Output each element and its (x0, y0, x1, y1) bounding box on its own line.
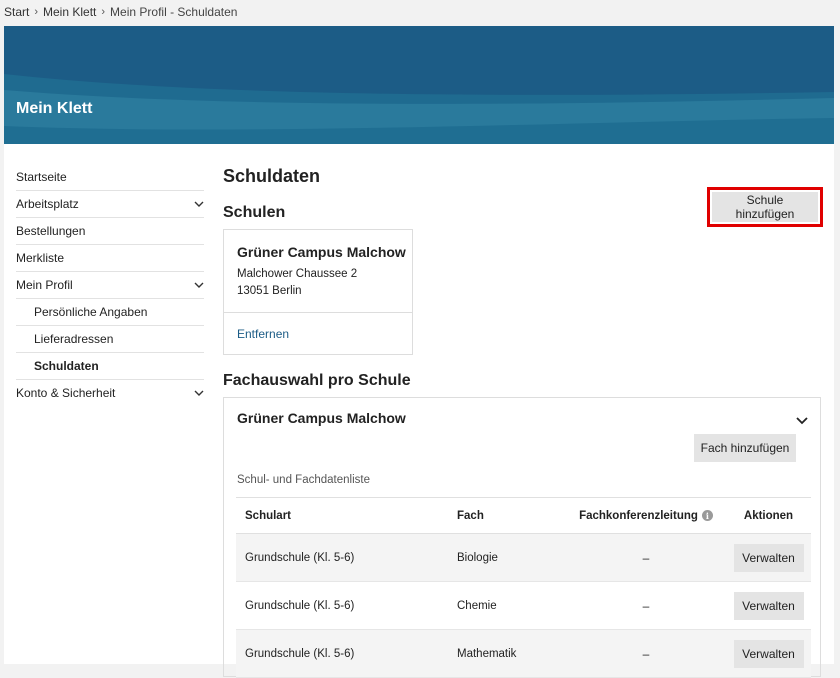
column-header-aktionen: Aktionen (743, 509, 794, 522)
column-header-leitung-label: Fachkonferenzleitung (579, 509, 698, 522)
fach-section-title: Fachauswahl pro Schule (223, 372, 411, 389)
content-area: Startseite Arbeitsplatz Bestellungen Mer… (4, 144, 834, 678)
cell-fach: Chemie (457, 599, 497, 612)
sidebar-item-label: Lieferadressen (34, 332, 114, 346)
breadcrumb-current: Mein Profil - Schuldaten (110, 5, 238, 19)
sidebar-item-schuldaten[interactable]: Schuldaten (16, 353, 204, 380)
sidebar-item-label: Bestellungen (16, 224, 86, 238)
hero-title: Mein Klett (16, 100, 93, 117)
card-divider (224, 312, 412, 313)
sidebar-item-mein-profil[interactable]: Mein Profil (16, 272, 204, 299)
cell-leitung: – (642, 646, 650, 661)
table-header: Schulart Fach Fachkonferenzleitung i Akt… (236, 497, 811, 534)
sidebar-item-startseite[interactable]: Startseite (16, 164, 204, 191)
sidebar-item-label: Schuldaten (34, 359, 99, 373)
sidebar-item-label: Startseite (16, 170, 67, 184)
fach-accordion: Grüner Campus Malchow Fach hinzufügen Sc… (223, 397, 821, 678)
breadcrumb-start[interactable]: Start (4, 5, 29, 19)
chevron-down-icon (194, 199, 204, 209)
cell-schulart: Grundschule (Kl. 5-6) (245, 599, 355, 612)
cell-fach: Biologie (457, 551, 498, 564)
table-row: Grundschule (Kl. 5-6) Biologie – Verwalt… (236, 534, 811, 582)
manage-button[interactable]: Verwalten (733, 543, 804, 572)
sidebar-item-arbeitsplatz[interactable]: Arbeitsplatz (16, 191, 204, 218)
info-icon[interactable]: i (701, 510, 713, 521)
remove-school-link[interactable]: Entfernen (237, 327, 289, 341)
list-label: Schul- und Fachdatenliste (237, 474, 370, 486)
add-fach-button[interactable]: Fach hinzufügen (694, 434, 796, 462)
sidebar-item-label: Persönliche Angaben (34, 305, 148, 319)
sidebar-item-konto-sicherheit[interactable]: Konto & Sicherheit (16, 380, 204, 406)
fach-school-name[interactable]: Grüner Campus Malchow (237, 410, 406, 426)
add-school-button[interactable]: Schule hinzufügen (712, 192, 818, 222)
table-row: Grundschule (Kl. 5-6) Mathematik – Verwa… (236, 630, 811, 678)
cell-leitung: – (642, 550, 650, 565)
main-panel: Schuldaten Schulen Schule hinzufügen Grü… (223, 144, 823, 678)
hero-wave-graphic (4, 26, 834, 144)
cell-schulart: Grundschule (Kl. 5-6) (245, 551, 355, 564)
add-school-highlight: Schule hinzufügen (707, 187, 823, 227)
chevron-down-icon[interactable] (796, 412, 808, 425)
table-row: Grundschule (Kl. 5-6) Chemie – Verwalten (236, 582, 811, 630)
chevron-down-icon (194, 280, 204, 290)
manage-button[interactable]: Verwalten (733, 591, 804, 620)
sidebar-item-persoenliche-angaben[interactable]: Persönliche Angaben (16, 299, 204, 326)
cell-schulart: Grundschule (Kl. 5-6) (245, 647, 355, 660)
breadcrumb-separator-icon: › (34, 6, 39, 18)
school-city: 13051 Berlin (237, 285, 302, 297)
school-street: Malchower Chaussee 2 (237, 268, 358, 280)
chevron-down-icon (194, 388, 204, 398)
column-header-schulart: Schulart (245, 509, 292, 522)
column-header-leitung: Fachkonferenzleitung i (566, 510, 726, 522)
manage-button[interactable]: Verwalten (733, 639, 804, 668)
sidebar-item-label: Arbeitsplatz (16, 197, 79, 211)
sidebar-item-label: Merkliste (16, 251, 65, 265)
breadcrumb-mein-klett[interactable]: Mein Klett (43, 5, 96, 19)
breadcrumb-separator-icon: › (101, 6, 106, 18)
sidebar-item-bestellungen[interactable]: Bestellungen (16, 218, 204, 245)
sidebar-item-lieferadressen[interactable]: Lieferadressen (16, 326, 204, 353)
school-card: Grüner Campus Malchow Malchower Chaussee… (223, 229, 413, 355)
sidebar-item-label: Mein Profil (16, 278, 73, 292)
sidebar-item-label: Konto & Sicherheit (16, 386, 116, 400)
column-header-fach: Fach (457, 509, 484, 522)
cell-fach: Mathematik (457, 647, 517, 660)
hero-banner: Mein Klett (4, 26, 834, 144)
sidebar-item-merkliste[interactable]: Merkliste (16, 245, 204, 272)
breadcrumb: Start › Mein Klett › Mein Profil - Schul… (4, 4, 237, 20)
sidebar-nav: Startseite Arbeitsplatz Bestellungen Mer… (16, 164, 204, 406)
fach-table: Schulart Fach Fachkonferenzleitung i Akt… (236, 497, 811, 678)
cell-leitung: – (642, 598, 650, 613)
schools-section-title: Schulen (223, 204, 286, 221)
school-name: Grüner Campus Malchow (237, 244, 406, 260)
page-title: Schuldaten (223, 166, 321, 186)
